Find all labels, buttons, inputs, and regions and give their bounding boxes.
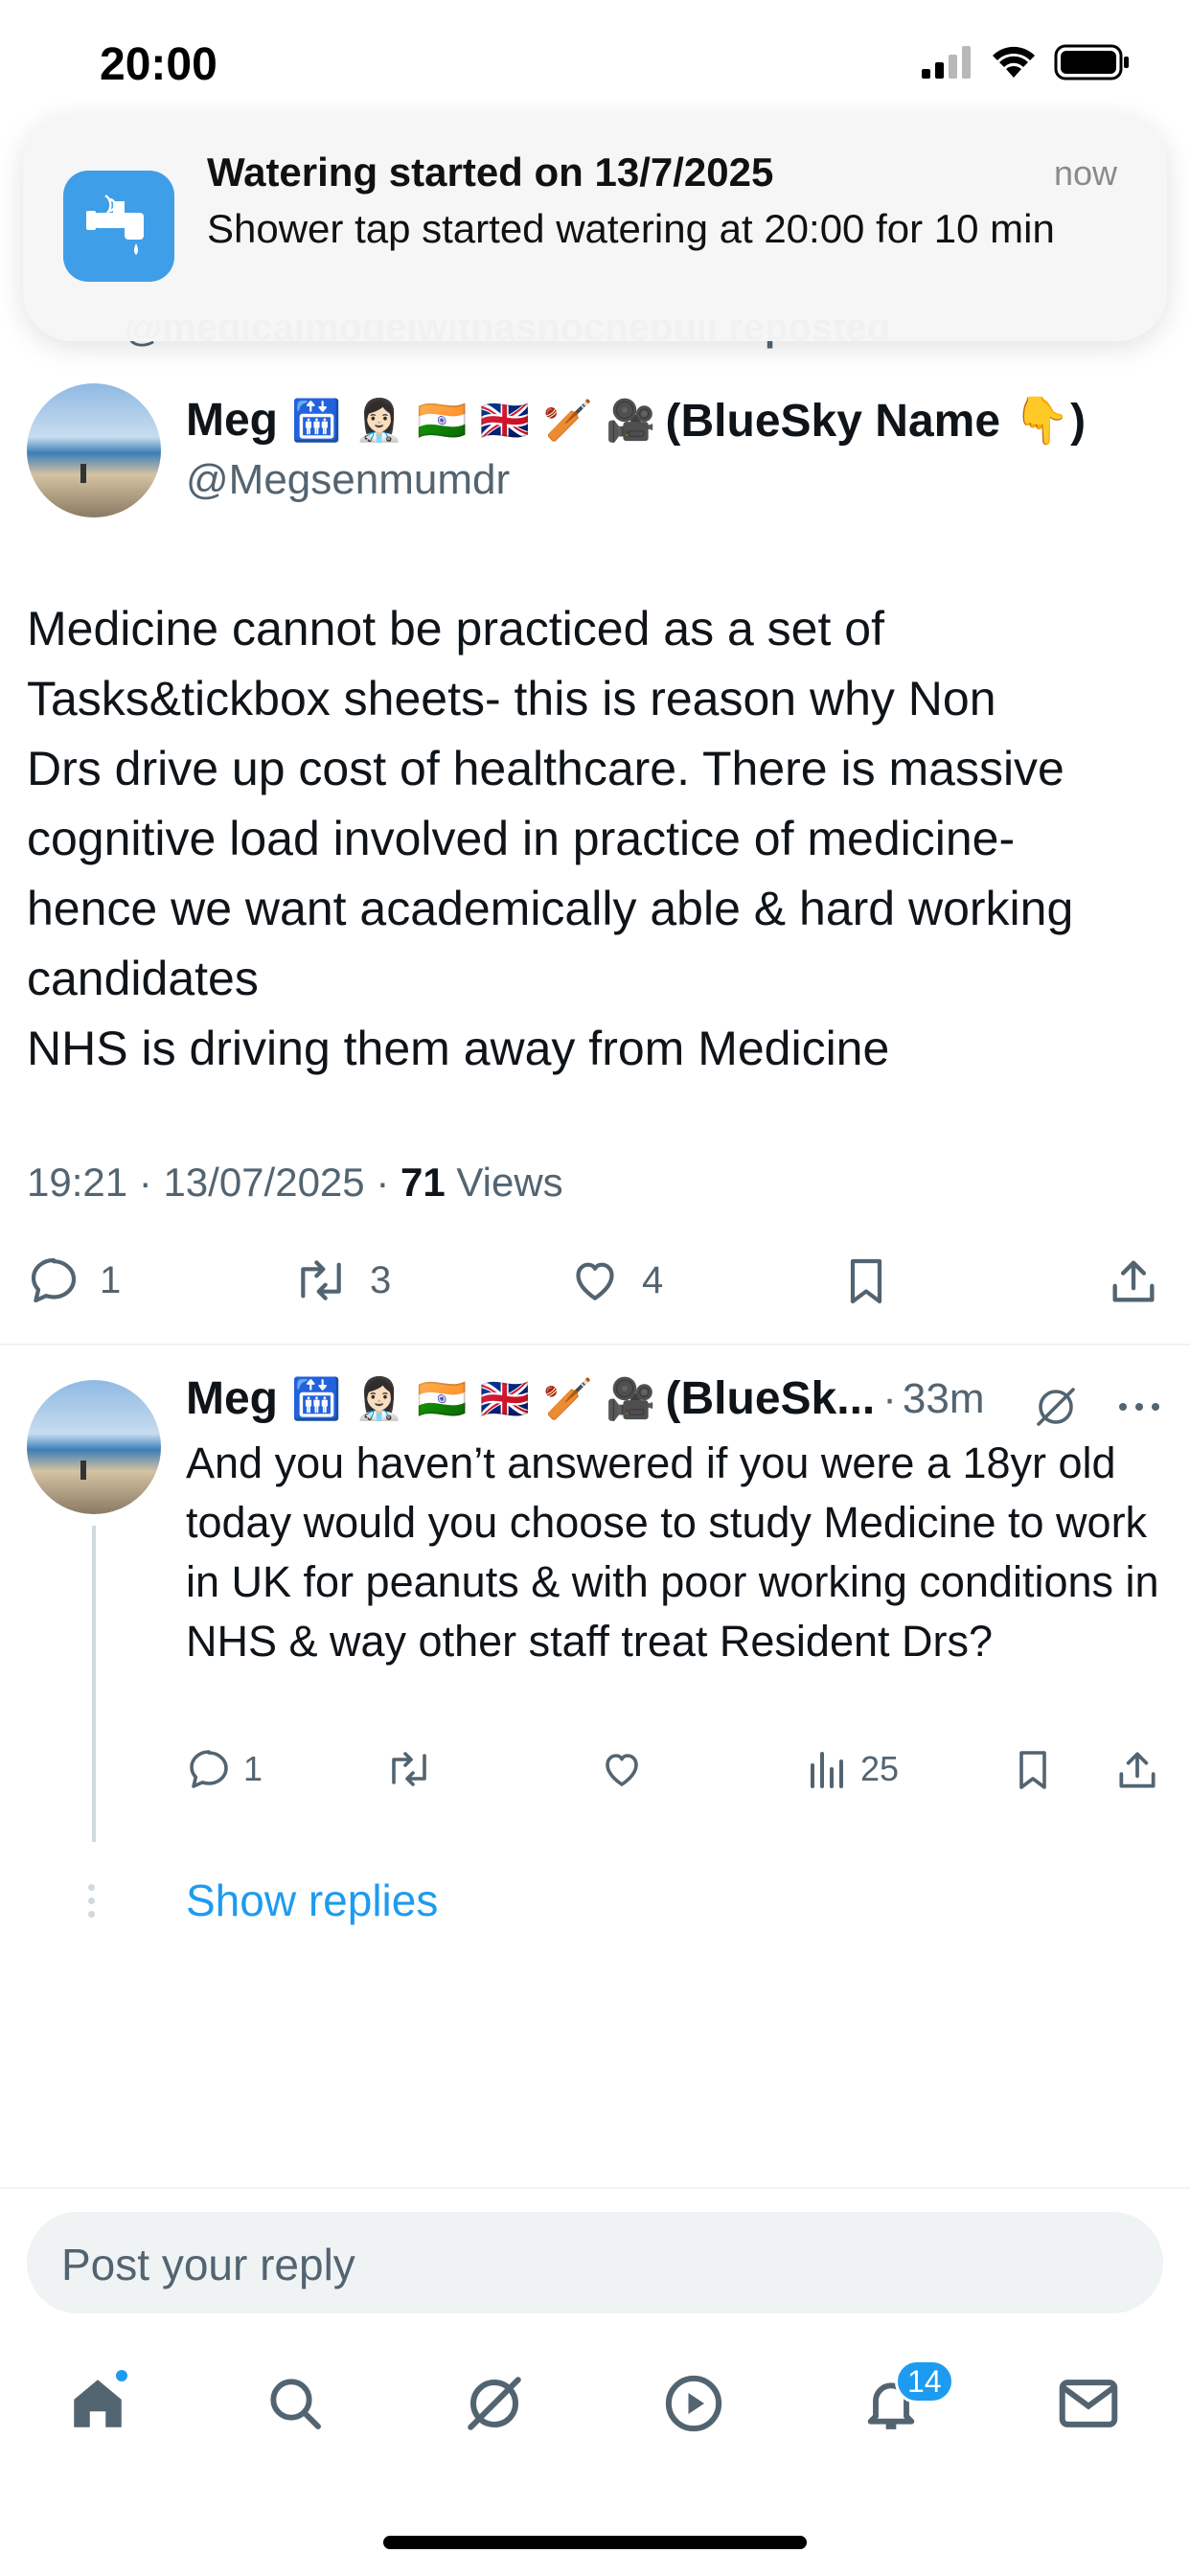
post-text: Medicine cannot be practiced as a set of… xyxy=(27,602,1074,1075)
reply-button[interactable]: 1 xyxy=(27,1254,121,1307)
bookmark-button[interactable] xyxy=(839,1254,893,1309)
heart-icon xyxy=(576,1262,614,1300)
home-indicator[interactable] xyxy=(383,2536,807,2549)
reply-time[interactable]: 33m xyxy=(903,1375,985,1423)
author-name-row[interactable]: Meg 🛗 👩🏻‍⚕️ 🇮🇳 🇬🇧 🏏 🎥 (BlueSky Name 👇) xyxy=(186,393,1086,448)
author-name-suffix: (BlueSky Name 👇) xyxy=(665,396,1087,447)
reply-actions: 1 25 xyxy=(186,1744,1163,1811)
reply-author-emojis: 🛗 👩🏻‍⚕️ 🇮🇳 🇬🇧 🏏 🎥 xyxy=(291,1374,656,1422)
reply-views-count: 25 xyxy=(860,1749,900,1788)
comment-icon xyxy=(31,1257,77,1303)
tab-search[interactable] xyxy=(238,2346,353,2461)
mail-icon xyxy=(1059,2380,1118,2427)
composer-divider xyxy=(0,2187,1190,2189)
play-icon xyxy=(665,2375,722,2432)
reply-text: And you haven’t answered if you were a 1… xyxy=(186,1438,1159,1666)
reply-input[interactable] xyxy=(61,2239,1115,2290)
notifications-badge: 14 xyxy=(895,2359,954,2404)
author-emojis: 🛗 👩🏻‍⚕️ 🇮🇳 🇬🇧 🏏 🎥 xyxy=(291,396,656,444)
reply-repost-button[interactable] xyxy=(383,1746,435,1792)
reply-reply-button[interactable]: 1 xyxy=(186,1746,263,1792)
share-button[interactable] xyxy=(1106,1254,1161,1309)
reply-views-button[interactable]: 25 xyxy=(807,1746,899,1792)
reply-author-avatar[interactable] xyxy=(27,1380,161,1514)
repost-icon xyxy=(392,1752,426,1786)
heart-icon xyxy=(606,1754,638,1786)
share-icon xyxy=(1112,1260,1155,1302)
grok-icon xyxy=(468,2377,521,2430)
grok-icon[interactable] xyxy=(1033,1384,1079,1430)
notification-body: Shower tap started watering at 20:00 for… xyxy=(207,206,1055,251)
wifi-icon xyxy=(993,46,1035,78)
thread-continuation-dots xyxy=(88,1884,95,1918)
cellular-signal-icon xyxy=(922,46,971,79)
like-count: 4 xyxy=(642,1258,664,1301)
show-replies-link[interactable]: Show replies xyxy=(186,1874,438,1926)
reply-reply-count: 1 xyxy=(243,1749,263,1788)
reply-composer[interactable] xyxy=(27,2212,1163,2313)
author-handle[interactable]: @Megsenmumdr xyxy=(186,456,510,504)
divider xyxy=(0,1344,1190,1346)
reply-bookmark-button[interactable] xyxy=(1010,1746,1056,1794)
post-actions: 1 3 4 xyxy=(27,1246,1163,1322)
notification-time: now xyxy=(1053,153,1117,193)
reply-author-name: Meg xyxy=(186,1373,278,1424)
tap-icon xyxy=(63,171,174,282)
thread-line xyxy=(92,1526,96,1842)
tab-notifications[interactable]: 14 xyxy=(834,2346,954,2461)
reply-author-name-suffix: (BlueSk... xyxy=(665,1373,876,1424)
reply-count: 1 xyxy=(100,1258,122,1301)
bookmark-icon xyxy=(850,1258,882,1304)
tab-grok[interactable] xyxy=(437,2346,552,2461)
search-icon xyxy=(270,2379,321,2429)
views-count: 71 xyxy=(400,1160,446,1205)
notification-banner[interactable]: Watering started on 13/7/2025 Shower tap… xyxy=(23,115,1167,341)
post-time: 19:21 xyxy=(27,1160,128,1205)
tab-bar: 14 xyxy=(0,2346,1190,2461)
status-time: 20:00 xyxy=(100,39,217,90)
tab-messages[interactable] xyxy=(1031,2346,1146,2461)
views-label[interactable]: Views xyxy=(456,1160,562,1205)
comment-icon xyxy=(190,1750,228,1788)
author-avatar[interactable] xyxy=(27,383,161,518)
post-date: 13/07/2025 xyxy=(163,1160,365,1205)
reply-like-button[interactable] xyxy=(598,1746,646,1792)
reply-header-actions xyxy=(1033,1384,1161,1430)
more-options-icon[interactable] xyxy=(1117,1401,1161,1413)
repost-button[interactable]: 3 xyxy=(291,1254,391,1307)
status-bar: 20:00 xyxy=(0,0,1190,125)
bookmark-icon xyxy=(1019,1751,1046,1789)
battery-icon xyxy=(1054,44,1129,80)
tab-home[interactable] xyxy=(40,2346,155,2461)
like-button[interactable]: 4 xyxy=(567,1254,663,1307)
repost-count: 3 xyxy=(370,1258,392,1301)
status-icons xyxy=(922,44,1131,80)
share-icon xyxy=(1119,1752,1156,1788)
reply-share-button[interactable] xyxy=(1113,1746,1161,1794)
analytics-icon xyxy=(811,1752,843,1788)
repost-icon xyxy=(301,1260,341,1300)
home-unread-dot xyxy=(113,2367,130,2384)
author-name: Meg xyxy=(186,395,278,446)
post-meta: 19:21 · 13/07/2025 · 71 Views xyxy=(27,1160,563,1205)
notification-title: Watering started on 13/7/2025 xyxy=(207,150,774,195)
reply-author-name-row[interactable]: Meg 🛗 👩🏻‍⚕️ 🇮🇳 🇬🇧 🏏 🎥 (BlueSk... · 33m xyxy=(186,1372,985,1425)
tab-video[interactable] xyxy=(636,2346,751,2461)
